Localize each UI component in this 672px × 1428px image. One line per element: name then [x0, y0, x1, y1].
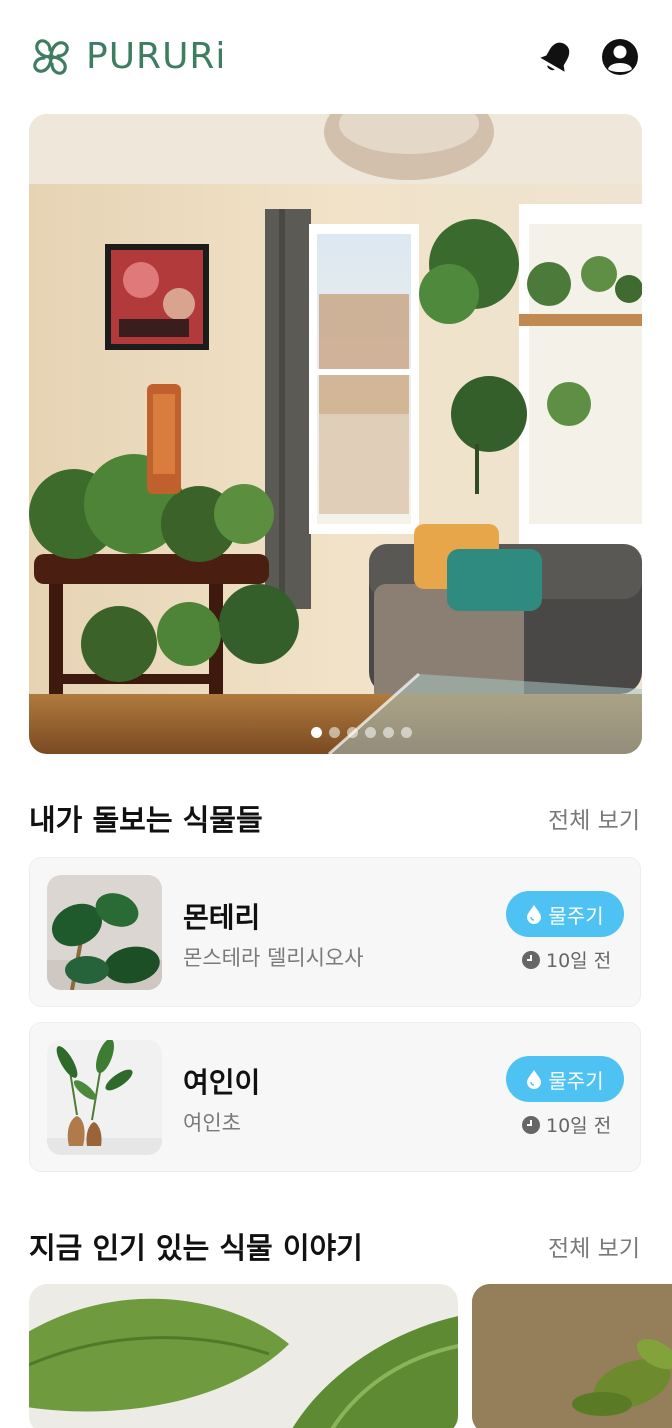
plant-nickname: 몬테리 — [183, 901, 261, 934]
user-circle-icon[interactable] — [601, 38, 639, 76]
my-plants-see-all-link[interactable]: 전체 보기 — [548, 801, 640, 835]
carousel-dot[interactable] — [311, 727, 322, 738]
last-watered: 10일 전 — [522, 946, 611, 973]
plant-species: 여인초 — [183, 1111, 241, 1135]
plant-photo — [47, 875, 162, 990]
plant-species: 몬스테라 델리시오사 — [183, 946, 364, 970]
water-drop-icon — [527, 905, 542, 924]
plant-photo — [47, 1040, 162, 1155]
hero-carousel[interactable] — [29, 114, 642, 754]
last-watered-text: 10일 전 — [546, 1115, 612, 1137]
plant-card[interactable]: 몬테리 몬스테라 델리시오사 물주기 10일 전 — [29, 857, 641, 1007]
carousel-dot[interactable] — [347, 727, 358, 738]
story-image — [29, 1284, 458, 1428]
water-button[interactable]: 물주기 — [506, 891, 624, 937]
carousel-indicators — [29, 727, 642, 738]
carousel-dot[interactable] — [329, 727, 340, 738]
carousel-dot[interactable] — [383, 727, 394, 738]
hero-image — [29, 114, 642, 754]
app-header: PURURi — [0, 0, 672, 114]
popular-stories-see-all-link[interactable]: 전체 보기 — [548, 1229, 640, 1263]
carousel-dot[interactable] — [401, 727, 412, 738]
popular-stories-title: 지금 인기 있는 식물 이야기 — [29, 1231, 363, 1265]
plant-nickname: 여인이 — [183, 1066, 261, 1099]
story-card[interactable] — [29, 1284, 458, 1428]
bell-icon[interactable] — [538, 38, 576, 76]
clock-icon — [522, 950, 540, 969]
story-image — [472, 1284, 672, 1428]
water-button-label: 물주기 — [548, 903, 604, 928]
leaf-spiral-icon — [33, 39, 69, 75]
app-logo[interactable]: PURURi — [28, 34, 226, 80]
clock-icon — [522, 1115, 540, 1134]
water-drop-icon — [527, 1070, 542, 1089]
last-watered: 10일 전 — [522, 1111, 611, 1138]
story-card[interactable] — [472, 1284, 672, 1428]
last-watered-text: 10일 전 — [546, 950, 612, 972]
my-plants-title: 내가 돌보는 식물들 — [29, 803, 263, 837]
plant-card[interactable]: 여인이 여인초 물주기 10일 전 — [29, 1022, 641, 1172]
water-button[interactable]: 물주기 — [506, 1056, 624, 1102]
carousel-dot[interactable] — [365, 727, 376, 738]
logo-text: PURURi — [86, 36, 227, 77]
water-button-label: 물주기 — [548, 1068, 604, 1093]
